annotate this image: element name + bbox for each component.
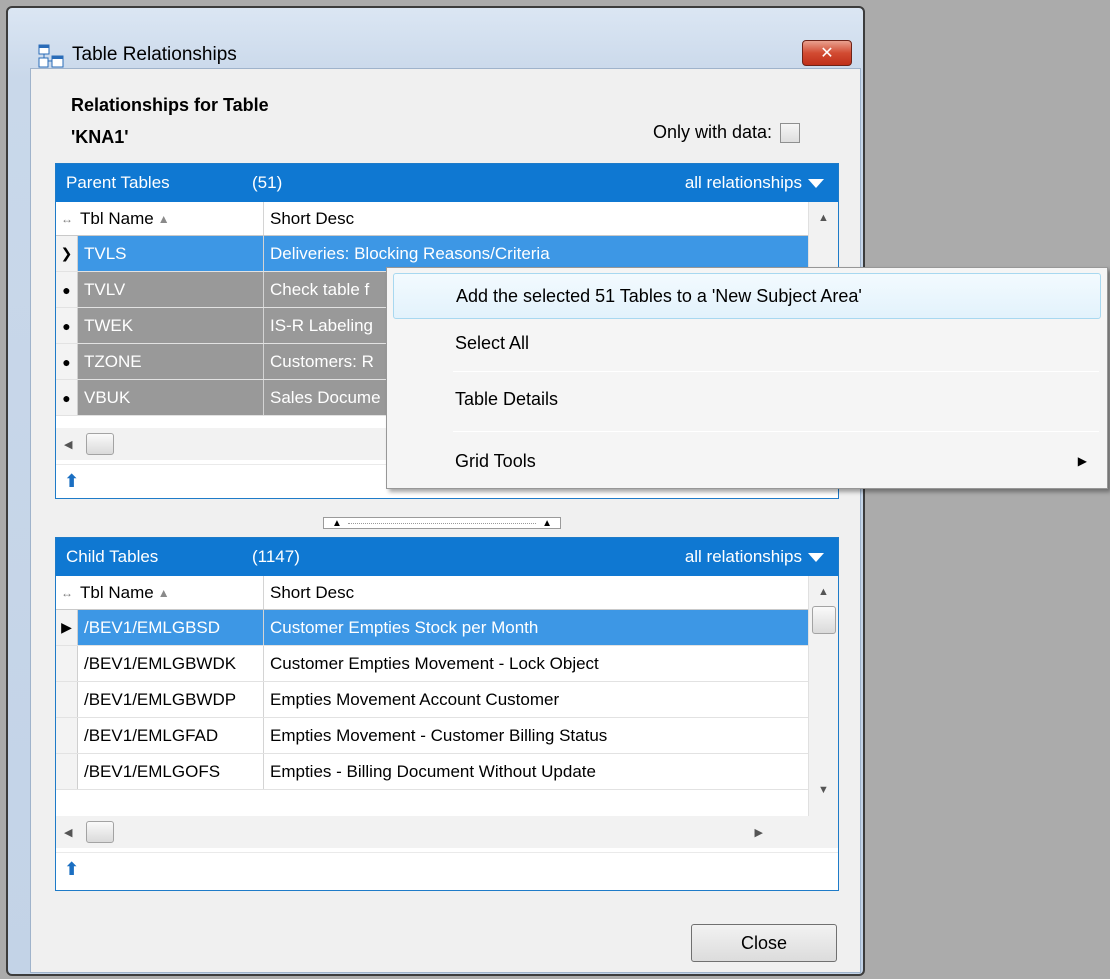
child-footer: ⬆ [56,852,838,890]
menu-item-grid-tools[interactable]: Grid Tools ▶ [393,438,1101,484]
scrollbar-thumb[interactable] [86,433,115,455]
child-horizontal-scrollbar[interactable]: ◀ ▶ [56,816,838,848]
expand-up-icon[interactable]: ▲ [332,518,342,529]
table-relationships-icon [38,44,64,68]
menu-separator [453,431,1099,432]
heading-table-name: 'KNA1' [71,127,129,147]
row-bullet-icon: ● [56,380,78,415]
row-bullet-icon: ● [56,272,78,307]
col-tbl-name[interactable]: Tbl Name ▲ [78,576,264,609]
only-with-data-label: Only with data: [653,122,773,142]
chevron-down-icon[interactable] [808,179,824,188]
expand-up-icon[interactable]: ▲ [542,518,552,529]
window-close-button[interactable]: ✕ [802,40,852,66]
scroll-left-icon[interactable]: ◀ [64,438,72,451]
parent-tables-count: (51) [252,173,283,192]
current-row-indicator-icon: ❯ [56,236,78,271]
col-short-desc[interactable]: Short Desc [264,583,354,603]
menu-item-select-all[interactable]: Select All [393,320,1101,366]
child-tables-header: Child Tables (1147) all relationships [56,538,838,576]
col-tbl-name[interactable]: Tbl Name ▲ [78,202,264,235]
navigate-up-icon[interactable]: ⬆ [64,859,79,880]
parent-tables-header: Parent Tables (51) all relationships [56,164,838,202]
child-column-headers: ↔ Tbl Name ▲ Short Desc [56,576,838,610]
row-bullet-icon: ● [56,344,78,379]
parent-column-headers: ↔ Tbl Name ▲ Short Desc [56,202,838,236]
table-row[interactable]: /BEV1/EMLGOFS Empties - Billing Document … [56,754,808,790]
table-relationships-dialog: Table Relationships ✕ Relationships for … [6,6,865,976]
chevron-down-icon[interactable] [808,553,824,562]
parent-horizontal-scrollbar[interactable]: ◀ [56,428,396,460]
only-with-data-option: Only with data: [653,122,801,143]
menu-item-add-to-subject-area[interactable]: Add the selected 51 Tables to a 'New Sub… [393,273,1101,319]
col-short-desc[interactable]: Short Desc [264,209,354,229]
dialog-content: Relationships for Table 'KNA1' Only with… [30,68,861,973]
sort-asc-icon: ▲ [157,211,170,226]
scrollbar-thumb[interactable] [811,606,836,634]
heading-line1: Relationships for Table [71,95,269,115]
table-row[interactable]: ▶/BEV1/EMLGBSD Customer Empties Stock per… [56,610,808,646]
child-relationship-filter[interactable]: all relationships [685,547,802,567]
current-row-indicator-icon: ▶ [56,610,78,645]
column-resize-icon[interactable]: ↔ [56,586,78,600]
column-resize-icon[interactable]: ↔ [56,212,78,226]
menu-item-table-details[interactable]: Table Details [393,376,1101,422]
menu-separator [453,371,1099,372]
scroll-down-icon[interactable]: ▼ [809,784,838,796]
table-row[interactable]: /BEV1/EMLGFAD Empties Movement - Customer… [56,718,808,754]
parent-relationship-filter[interactable]: all relationships [685,173,802,193]
child-vertical-scrollbar[interactable]: ▲ ▼ [808,576,838,816]
panel-splitter[interactable]: ▲ ▲ [323,517,561,529]
parent-tables-title: Parent Tables [66,173,170,192]
page-title: Relationships for Table 'KNA1' [71,89,269,153]
window-title: Table Relationships [72,44,237,65]
scroll-right-icon[interactable]: ▶ [754,826,762,839]
scroll-up-icon[interactable]: ▲ [809,212,838,224]
child-tables-panel: Child Tables (1147) all relationships ↔ … [55,537,839,891]
context-menu: Add the selected 51 Tables to a 'New Sub… [386,267,1108,489]
table-row[interactable]: /BEV1/EMLGBWDK Customer Empties Movement … [56,646,808,682]
close-button[interactable]: Close [691,924,837,962]
row-bullet-icon: ● [56,308,78,343]
child-tables-title: Child Tables [66,547,159,566]
sort-asc-icon: ▲ [157,585,170,600]
only-with-data-checkbox[interactable] [780,122,801,143]
table-row[interactable]: /BEV1/EMLGBWDP Empties Movement Account C… [56,682,808,718]
scrollbar-thumb[interactable] [86,821,115,843]
submenu-arrow-icon: ▶ [1077,454,1087,468]
scroll-left-icon[interactable]: ◀ [64,826,72,839]
child-rows: ▶/BEV1/EMLGBSD Customer Empties Stock per… [56,610,808,790]
scroll-up-icon[interactable]: ▲ [809,586,838,598]
child-tables-count: (1147) [252,547,300,566]
navigate-up-icon[interactable]: ⬆ [64,471,79,492]
